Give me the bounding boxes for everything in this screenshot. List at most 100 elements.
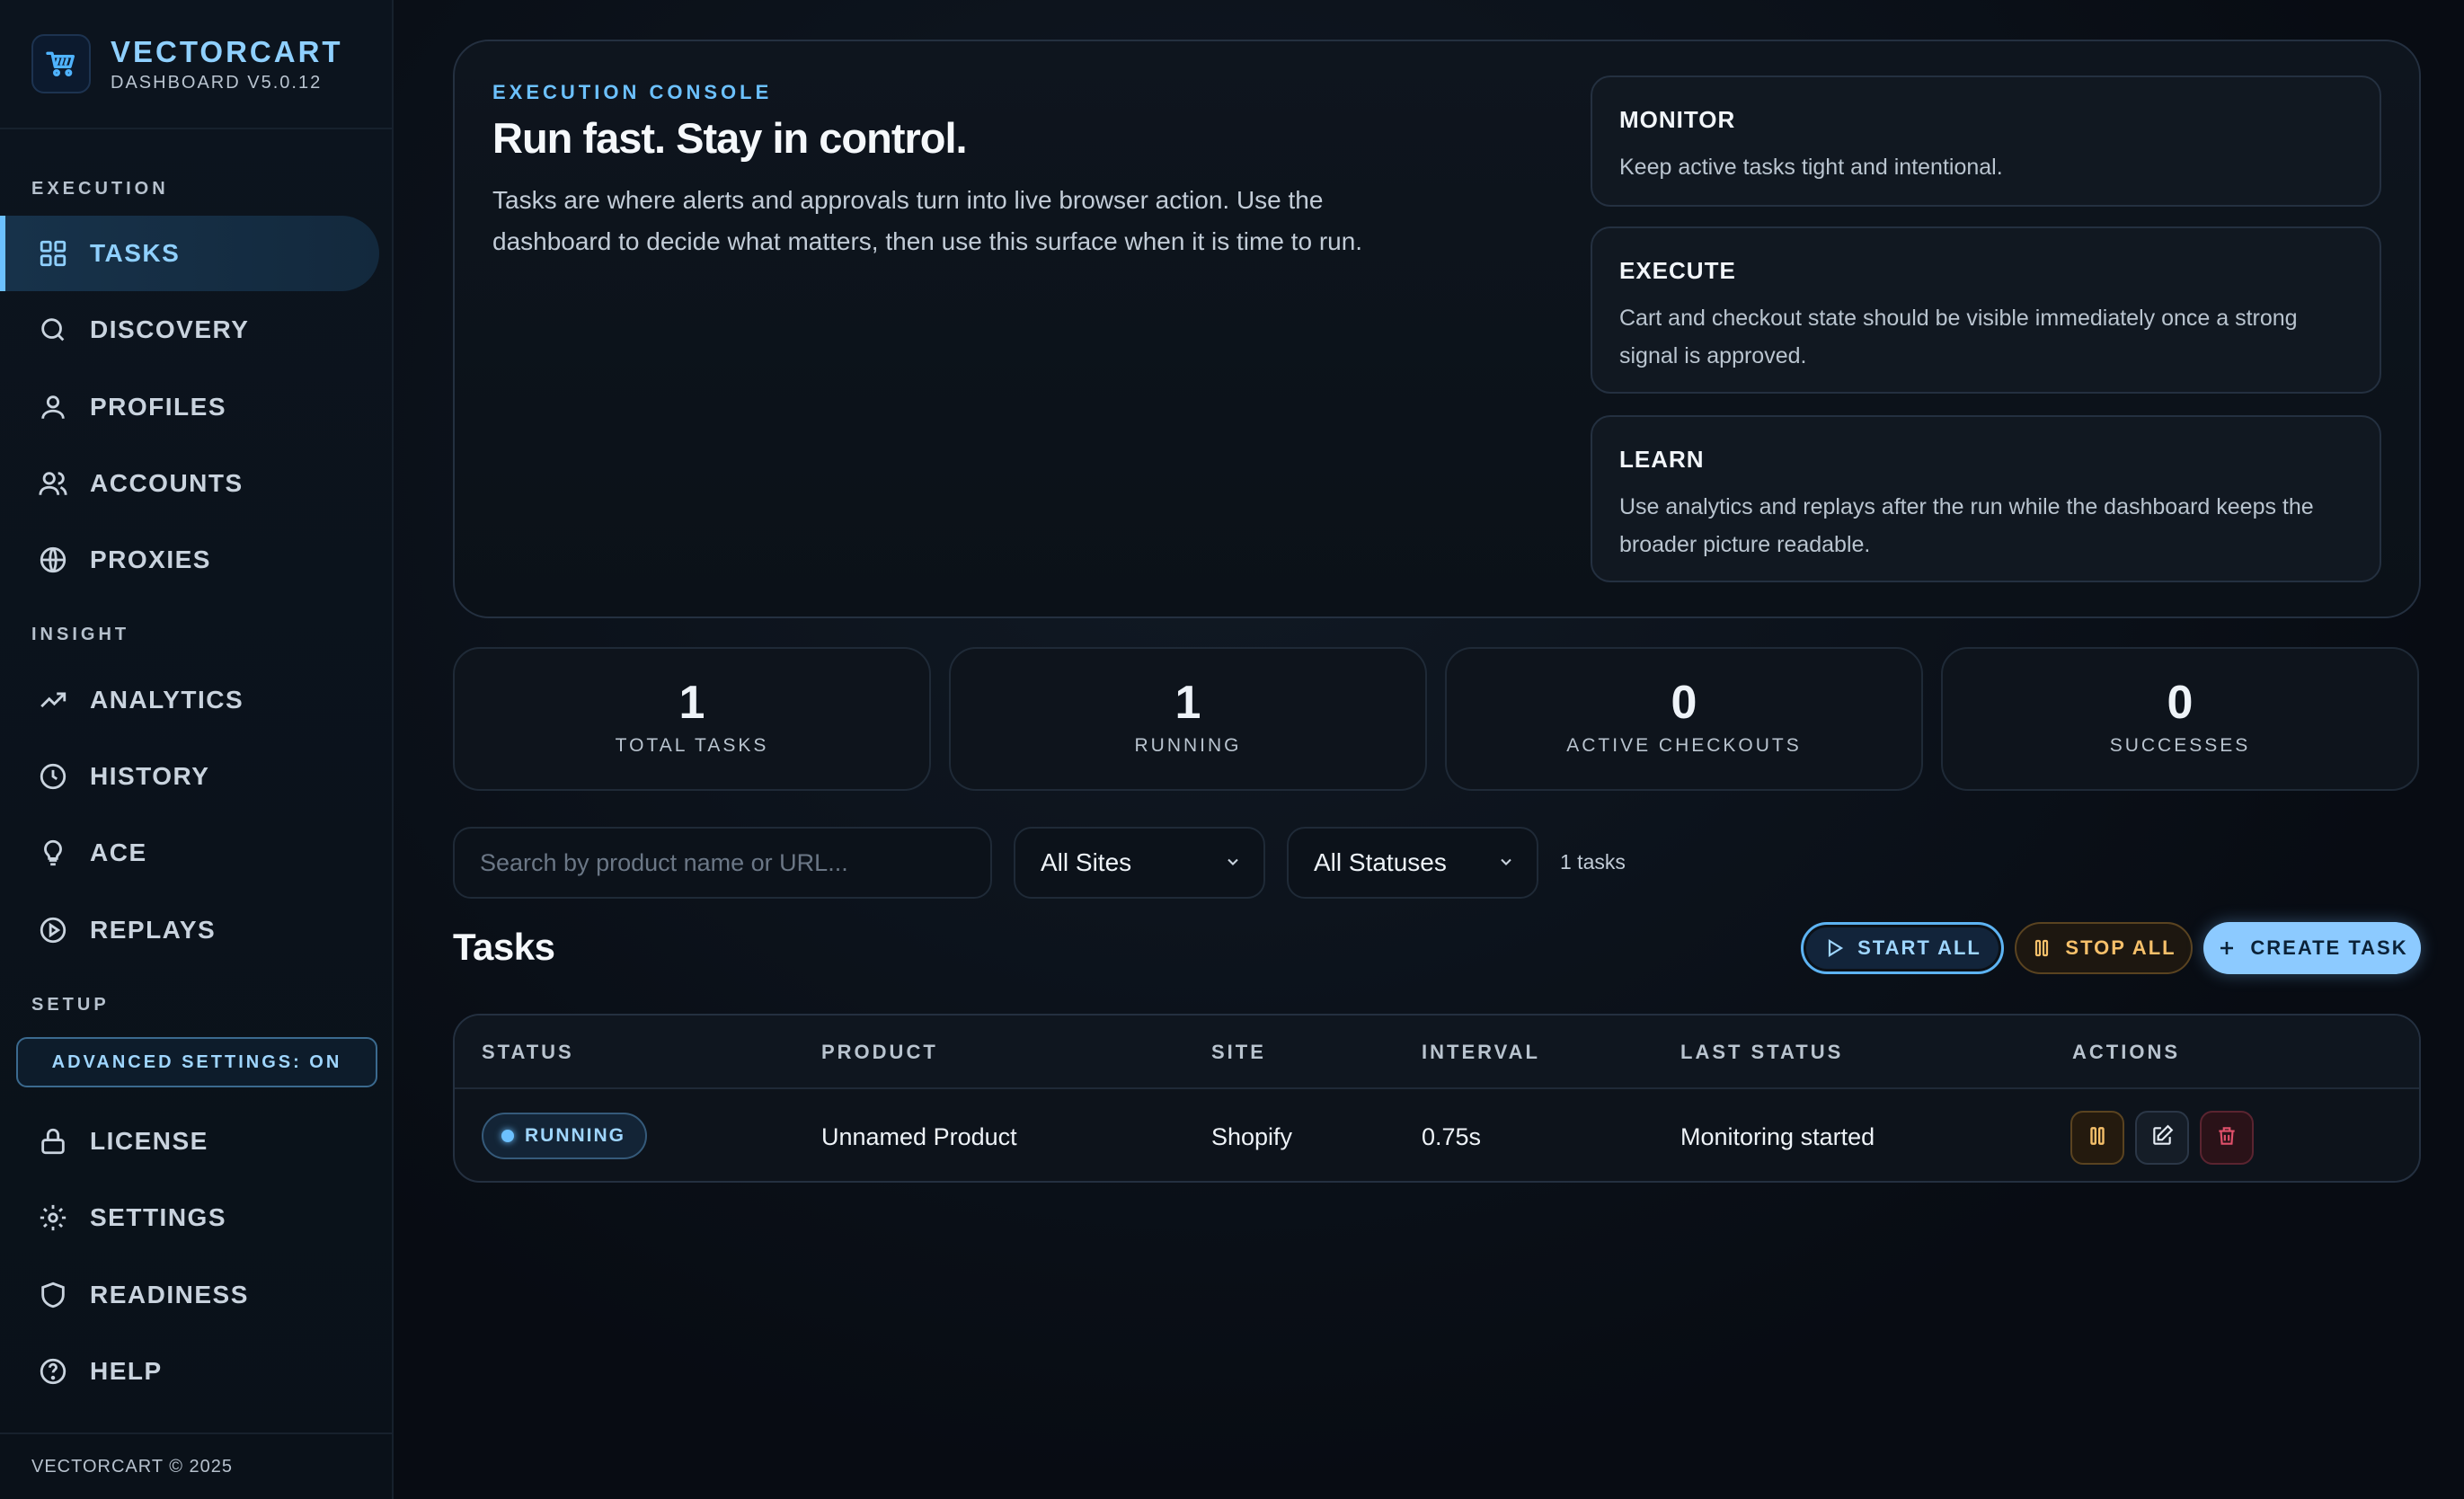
column-header-status: STATUS bbox=[482, 1041, 574, 1063]
search-icon bbox=[36, 313, 70, 347]
section-label-insight: INSIGHT bbox=[31, 625, 130, 644]
sidebar-footer: VECTORCART © 2025 bbox=[0, 1432, 392, 1499]
main-content: EXECUTION CONSOLE Run fast. Stay in cont… bbox=[394, 0, 2464, 1499]
stat-successes: 0 SUCCESSES bbox=[1941, 647, 2419, 791]
edit-icon bbox=[2150, 1124, 2174, 1152]
play-icon bbox=[1823, 937, 1845, 959]
info-card-execute: EXECUTE Cart and checkout state should b… bbox=[1591, 226, 2381, 394]
start-all-button[interactable]: START ALL bbox=[1801, 922, 2004, 974]
sidebar-item-label: PROXIES bbox=[90, 545, 211, 573]
stat-value: 1 bbox=[1174, 677, 1201, 729]
sidebar-item-tasks[interactable]: TASKS bbox=[0, 216, 379, 291]
table-row[interactable]: RUNNING Unnamed Product Shopify 0.75s Mo… bbox=[455, 1089, 2419, 1181]
sidebar: VECTORCART DASHBOARD V5.0.12 EXECUTION T… bbox=[0, 0, 394, 1499]
sidebar-item-label: ANALYTICS bbox=[90, 686, 244, 714]
sidebar-item-label: ACCOUNTS bbox=[90, 469, 244, 497]
status-badge-label: RUNNING bbox=[525, 1125, 625, 1146]
lightbulb-icon bbox=[36, 836, 70, 870]
cell-last-status: Monitoring started bbox=[1680, 1123, 1875, 1150]
cell-interval: 0.75s bbox=[1422, 1123, 1482, 1150]
info-card-text: Cart and checkout state should be visibl… bbox=[1619, 306, 2298, 368]
sidebar-item-help[interactable]: HELP bbox=[0, 1334, 379, 1409]
stat-running: 1 RUNNING bbox=[949, 647, 1427, 791]
stat-value: 1 bbox=[678, 677, 705, 729]
user-icon bbox=[36, 390, 70, 424]
globe-icon bbox=[36, 543, 70, 577]
tasks-table: STATUS PRODUCT SITE INTERVAL LAST STATUS… bbox=[453, 1014, 2421, 1183]
start-all-label: START ALL bbox=[1857, 936, 1981, 959]
stat-active-checkouts: 0 ACTIVE CHECKOUTS bbox=[1445, 647, 1923, 791]
info-card-text: Keep active tasks tight and intentional. bbox=[1619, 155, 2003, 180]
hero-eyebrow: EXECUTION CONSOLE bbox=[492, 81, 773, 103]
sidebar-item-label: HISTORY bbox=[90, 762, 210, 790]
sidebar-item-accounts[interactable]: ACCOUNTS bbox=[0, 446, 379, 521]
search-input[interactable]: Search by product name or URL... bbox=[453, 827, 992, 899]
site-filter-select[interactable]: All Sites bbox=[1014, 827, 1265, 899]
stat-value: 0 bbox=[1671, 677, 1697, 729]
status-filter-value: All Statuses bbox=[1314, 848, 1447, 876]
status-filter-select[interactable]: All Statuses bbox=[1287, 827, 1538, 899]
stat-label: SUCCESSES bbox=[2109, 735, 2251, 756]
delete-task-button[interactable] bbox=[2200, 1111, 2254, 1165]
trash-icon bbox=[2215, 1124, 2238, 1152]
sidebar-item-settings[interactable]: SETTINGS bbox=[0, 1180, 379, 1255]
sidebar-item-label: SETTINGS bbox=[90, 1203, 227, 1231]
play-circle-icon bbox=[36, 913, 70, 947]
page-title: Run fast. Stay in control. bbox=[492, 114, 968, 162]
execution-console-panel: EXECUTION CONSOLE Run fast. Stay in cont… bbox=[453, 40, 2421, 618]
sidebar-item-license[interactable]: LICENSE bbox=[0, 1104, 379, 1179]
cell-site: Shopify bbox=[1211, 1123, 1293, 1150]
cart-logo-icon bbox=[31, 34, 91, 93]
sidebar-item-replays[interactable]: REPLAYS bbox=[0, 892, 379, 968]
trending-up-icon bbox=[36, 683, 70, 717]
info-card-title: LEARN bbox=[1619, 446, 1705, 473]
sidebar-item-analytics[interactable]: ANALYTICS bbox=[0, 662, 379, 738]
pause-task-button[interactable] bbox=[2070, 1111, 2124, 1165]
status-badge: RUNNING bbox=[482, 1113, 647, 1159]
clock-icon bbox=[36, 759, 70, 794]
stop-all-label: STOP ALL bbox=[2065, 936, 2176, 959]
info-card-title: EXECUTE bbox=[1619, 257, 1736, 284]
chevron-down-icon bbox=[1224, 848, 1242, 877]
pause-icon bbox=[2086, 1124, 2109, 1152]
site-filter-value: All Sites bbox=[1041, 848, 1132, 876]
sidebar-item-ace[interactable]: ACE bbox=[0, 815, 379, 891]
column-header-actions: ACTIONS bbox=[2072, 1041, 2180, 1063]
gear-icon bbox=[36, 1201, 70, 1235]
cell-product: Unnamed Product bbox=[821, 1123, 1017, 1150]
section-label-execution: EXECUTION bbox=[31, 179, 169, 199]
pause-icon bbox=[2031, 937, 2052, 959]
section-label-setup: SETUP bbox=[31, 995, 110, 1015]
sidebar-item-label: READINESS bbox=[90, 1281, 249, 1308]
sidebar-item-label: PROFILES bbox=[90, 393, 227, 421]
stat-label: TOTAL TASKS bbox=[615, 735, 769, 756]
users-icon bbox=[36, 466, 70, 501]
sidebar-item-discovery[interactable]: DISCOVERY bbox=[0, 292, 379, 368]
brand: VECTORCART DASHBOARD V5.0.12 bbox=[0, 0, 392, 129]
column-header-product: PRODUCT bbox=[821, 1041, 938, 1063]
chevron-down-icon bbox=[1497, 848, 1515, 877]
stat-total-tasks: 1 TOTAL TASKS bbox=[453, 647, 931, 791]
sidebar-item-label: ACE bbox=[90, 838, 147, 866]
grid-icon bbox=[36, 236, 70, 271]
shield-icon bbox=[36, 1278, 70, 1312]
advanced-settings-toggle[interactable]: ADVANCED SETTINGS: ON bbox=[16, 1037, 377, 1087]
brand-name: VECTORCART bbox=[111, 34, 343, 68]
info-card-monitor: MONITOR Keep active tasks tight and inte… bbox=[1591, 75, 2381, 207]
sidebar-item-readiness[interactable]: READINESS bbox=[0, 1257, 379, 1333]
column-header-site: SITE bbox=[1211, 1041, 1266, 1063]
stop-all-button[interactable]: STOP ALL bbox=[2015, 922, 2193, 974]
plus-icon bbox=[2216, 937, 2238, 959]
create-task-button[interactable]: CREATE TASK bbox=[2203, 922, 2421, 974]
table-header: STATUS PRODUCT SITE INTERVAL LAST STATUS… bbox=[455, 1016, 2419, 1089]
column-header-last-status: LAST STATUS bbox=[1680, 1041, 1844, 1063]
edit-task-button[interactable] bbox=[2135, 1111, 2189, 1165]
sidebar-item-label: TASKS bbox=[90, 239, 181, 267]
sidebar-item-history[interactable]: HISTORY bbox=[0, 739, 379, 814]
task-count: 1 tasks bbox=[1560, 850, 1626, 874]
status-dot-icon bbox=[501, 1130, 514, 1142]
sidebar-item-profiles[interactable]: PROFILES bbox=[0, 369, 379, 445]
tasks-heading: Tasks bbox=[453, 926, 555, 968]
sidebar-item-proxies[interactable]: PROXIES bbox=[0, 522, 379, 598]
create-task-label: CREATE TASK bbox=[2250, 936, 2408, 959]
